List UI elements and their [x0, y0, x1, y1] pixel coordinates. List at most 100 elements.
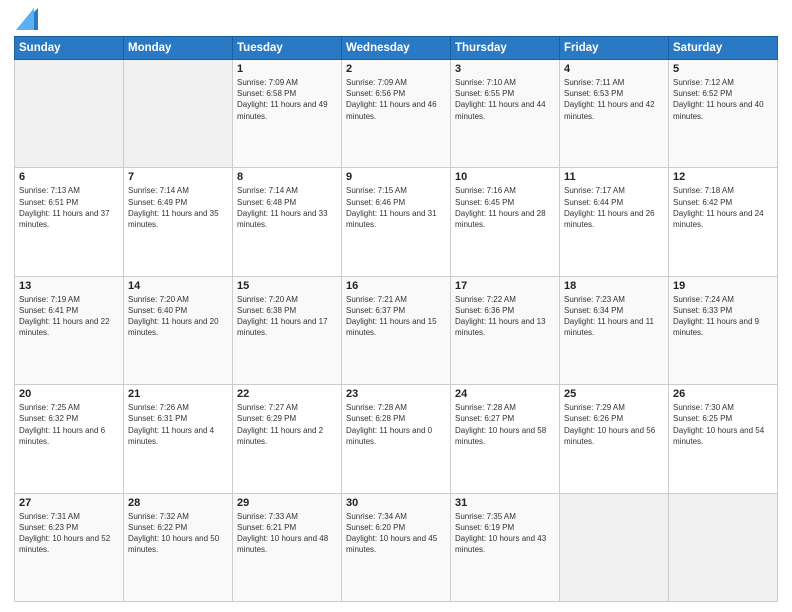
- calendar-cell: 7 Sunrise: 7:14 AMSunset: 6:49 PMDaylight…: [124, 168, 233, 276]
- week-row-0: 1 Sunrise: 7:09 AMSunset: 6:58 PMDaylight…: [15, 60, 778, 168]
- week-row-1: 6Sunrise: 7:13 AMSunset: 6:51 PMDaylight…: [15, 168, 778, 276]
- cell-info: Sunrise: 7:35 AMSunset: 6:19 PMDaylight:…: [455, 511, 555, 556]
- calendar-cell: 31 Sunrise: 7:35 AMSunset: 6:19 PMDayligh…: [451, 493, 560, 601]
- day-number: 28: [128, 497, 228, 509]
- day-number: 18: [564, 280, 664, 292]
- calendar-cell: 28Sunrise: 7:32 AMSunset: 6:22 PMDayligh…: [124, 493, 233, 601]
- cell-info: Sunrise: 7:18 AMSunset: 6:42 PMDaylight:…: [673, 185, 773, 230]
- cell-info: Sunrise: 7:09 AMSunset: 6:58 PMDaylight:…: [237, 77, 337, 122]
- weekday-header-friday: Friday: [560, 37, 669, 60]
- weekday-header-tuesday: Tuesday: [233, 37, 342, 60]
- calendar-cell: 17 Sunrise: 7:22 AMSunset: 6:36 PMDayligh…: [451, 276, 560, 384]
- calendar-cell: 23 Sunrise: 7:28 AMSunset: 6:28 PMDayligh…: [342, 385, 451, 493]
- day-number: 8: [237, 171, 337, 183]
- cell-info: Sunrise: 7:24 AMSunset: 6:33 PMDaylight:…: [673, 294, 773, 339]
- cell-info: Sunrise: 7:34 AMSunset: 6:20 PMDaylight:…: [346, 511, 446, 556]
- cell-info: Sunrise: 7:16 AMSunset: 6:45 PMDaylight:…: [455, 185, 555, 230]
- cell-info: Sunrise: 7:19 AMSunset: 6:41 PMDaylight:…: [19, 294, 119, 339]
- day-number: 21: [128, 388, 228, 400]
- week-row-2: 13 Sunrise: 7:19 AMSunset: 6:41 PMDayligh…: [15, 276, 778, 384]
- cell-info: Sunrise: 7:21 AMSunset: 6:37 PMDaylight:…: [346, 294, 446, 339]
- day-number: 12: [673, 171, 773, 183]
- day-number: 27: [19, 497, 119, 509]
- day-number: 20: [19, 388, 119, 400]
- cell-info: Sunrise: 7:11 AMSunset: 6:53 PMDaylight:…: [564, 77, 664, 122]
- calendar-cell: 14 Sunrise: 7:20 AMSunset: 6:40 PMDayligh…: [124, 276, 233, 384]
- cell-info: Sunrise: 7:14 AMSunset: 6:49 PMDaylight:…: [128, 185, 228, 230]
- cell-info: Sunrise: 7:20 AMSunset: 6:40 PMDaylight:…: [128, 294, 228, 339]
- cell-info: Sunrise: 7:27 AMSunset: 6:29 PMDaylight:…: [237, 402, 337, 447]
- cell-info: Sunrise: 7:09 AMSunset: 6:56 PMDaylight:…: [346, 77, 446, 122]
- calendar-cell: 11 Sunrise: 7:17 AMSunset: 6:44 PMDayligh…: [560, 168, 669, 276]
- day-number: 10: [455, 171, 555, 183]
- day-number: 15: [237, 280, 337, 292]
- calendar-cell: 2 Sunrise: 7:09 AMSunset: 6:56 PMDaylight…: [342, 60, 451, 168]
- cell-info: Sunrise: 7:12 AMSunset: 6:52 PMDaylight:…: [673, 77, 773, 122]
- cell-info: Sunrise: 7:10 AMSunset: 6:55 PMDaylight:…: [455, 77, 555, 122]
- day-number: 5: [673, 63, 773, 75]
- calendar-cell: 20 Sunrise: 7:25 AMSunset: 6:32 PMDayligh…: [15, 385, 124, 493]
- calendar-cell: [15, 60, 124, 168]
- calendar-cell: 9 Sunrise: 7:15 AMSunset: 6:46 PMDaylight…: [342, 168, 451, 276]
- day-number: 14: [128, 280, 228, 292]
- cell-info: Sunrise: 7:14 AMSunset: 6:48 PMDaylight:…: [237, 185, 337, 230]
- calendar-table: SundayMondayTuesdayWednesdayThursdayFrid…: [14, 36, 778, 602]
- calendar-cell: 10 Sunrise: 7:16 AMSunset: 6:45 PMDayligh…: [451, 168, 560, 276]
- weekday-header-saturday: Saturday: [669, 37, 778, 60]
- calendar-cell: 16 Sunrise: 7:21 AMSunset: 6:37 PMDayligh…: [342, 276, 451, 384]
- day-number: 30: [346, 497, 446, 509]
- cell-info: Sunrise: 7:28 AMSunset: 6:27 PMDaylight:…: [455, 402, 555, 447]
- cell-info: Sunrise: 7:25 AMSunset: 6:32 PMDaylight:…: [19, 402, 119, 447]
- calendar-cell: 26Sunrise: 7:30 AMSunset: 6:25 PMDayligh…: [669, 385, 778, 493]
- calendar-cell: 30 Sunrise: 7:34 AMSunset: 6:20 PMDayligh…: [342, 493, 451, 601]
- cell-info: Sunrise: 7:17 AMSunset: 6:44 PMDaylight:…: [564, 185, 664, 230]
- day-number: 2: [346, 63, 446, 75]
- calendar-cell: 22Sunrise: 7:27 AMSunset: 6:29 PMDayligh…: [233, 385, 342, 493]
- day-number: 31: [455, 497, 555, 509]
- calendar-cell: 29 Sunrise: 7:33 AMSunset: 6:21 PMDayligh…: [233, 493, 342, 601]
- calendar-cell: [560, 493, 669, 601]
- day-number: 9: [346, 171, 446, 183]
- day-number: 23: [346, 388, 446, 400]
- day-number: 29: [237, 497, 337, 509]
- calendar-cell: 13 Sunrise: 7:19 AMSunset: 6:41 PMDayligh…: [15, 276, 124, 384]
- calendar-cell: 4Sunrise: 7:11 AMSunset: 6:53 PMDaylight…: [560, 60, 669, 168]
- cell-info: Sunrise: 7:28 AMSunset: 6:28 PMDaylight:…: [346, 402, 446, 447]
- calendar-cell: 15 Sunrise: 7:20 AMSunset: 6:38 PMDayligh…: [233, 276, 342, 384]
- calendar-cell: 12 Sunrise: 7:18 AMSunset: 6:42 PMDayligh…: [669, 168, 778, 276]
- calendar-cell: 8 Sunrise: 7:14 AMSunset: 6:48 PMDaylight…: [233, 168, 342, 276]
- calendar-cell: 18 Sunrise: 7:23 AMSunset: 6:34 PMDayligh…: [560, 276, 669, 384]
- cell-info: Sunrise: 7:29 AMSunset: 6:26 PMDaylight:…: [564, 402, 664, 447]
- calendar-cell: 25Sunrise: 7:29 AMSunset: 6:26 PMDayligh…: [560, 385, 669, 493]
- weekday-header-row: SundayMondayTuesdayWednesdayThursdayFrid…: [15, 37, 778, 60]
- week-row-3: 20 Sunrise: 7:25 AMSunset: 6:32 PMDayligh…: [15, 385, 778, 493]
- weekday-header-wednesday: Wednesday: [342, 37, 451, 60]
- calendar-cell: 19Sunrise: 7:24 AMSunset: 6:33 PMDayligh…: [669, 276, 778, 384]
- cell-info: Sunrise: 7:13 AMSunset: 6:51 PMDaylight:…: [19, 185, 119, 230]
- calendar-cell: [669, 493, 778, 601]
- cell-info: Sunrise: 7:22 AMSunset: 6:36 PMDaylight:…: [455, 294, 555, 339]
- day-number: 11: [564, 171, 664, 183]
- calendar-cell: 3Sunrise: 7:10 AMSunset: 6:55 PMDaylight…: [451, 60, 560, 168]
- logo: [14, 14, 38, 30]
- cell-info: Sunrise: 7:26 AMSunset: 6:31 PMDaylight:…: [128, 402, 228, 447]
- day-number: 7: [128, 171, 228, 183]
- cell-info: Sunrise: 7:33 AMSunset: 6:21 PMDaylight:…: [237, 511, 337, 556]
- day-number: 17: [455, 280, 555, 292]
- day-number: 1: [237, 63, 337, 75]
- cell-info: Sunrise: 7:23 AMSunset: 6:34 PMDaylight:…: [564, 294, 664, 339]
- cell-info: Sunrise: 7:20 AMSunset: 6:38 PMDaylight:…: [237, 294, 337, 339]
- cell-info: Sunrise: 7:15 AMSunset: 6:46 PMDaylight:…: [346, 185, 446, 230]
- calendar-cell: 1 Sunrise: 7:09 AMSunset: 6:58 PMDaylight…: [233, 60, 342, 168]
- day-number: 13: [19, 280, 119, 292]
- weekday-header-monday: Monday: [124, 37, 233, 60]
- calendar-cell: [124, 60, 233, 168]
- calendar-cell: 21 Sunrise: 7:26 AMSunset: 6:31 PMDayligh…: [124, 385, 233, 493]
- day-number: 24: [455, 388, 555, 400]
- day-number: 26: [673, 388, 773, 400]
- calendar-cell: 5 Sunrise: 7:12 AMSunset: 6:52 PMDaylight…: [669, 60, 778, 168]
- calendar-cell: 6Sunrise: 7:13 AMSunset: 6:51 PMDaylight…: [15, 168, 124, 276]
- calendar-cell: 24 Sunrise: 7:28 AMSunset: 6:27 PMDayligh…: [451, 385, 560, 493]
- calendar-cell: 27Sunrise: 7:31 AMSunset: 6:23 PMDayligh…: [15, 493, 124, 601]
- day-number: 16: [346, 280, 446, 292]
